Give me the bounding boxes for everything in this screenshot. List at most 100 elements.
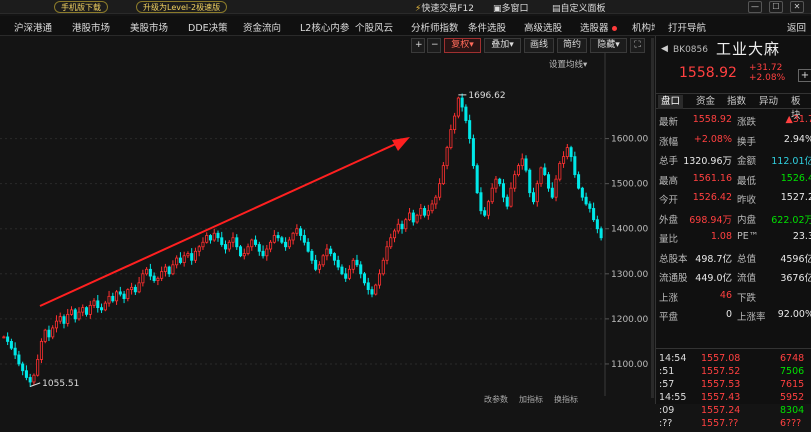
- low-pointer: [30, 382, 41, 387]
- candle-body: [227, 241, 231, 250]
- tab-orderbook[interactable]: 盘口: [658, 95, 684, 109]
- candle-body: [577, 174, 581, 189]
- nav-us-market[interactable]: 美股市场: [130, 20, 168, 34]
- candle-body: [133, 286, 137, 293]
- candle-body: [36, 359, 40, 376]
- quote-row: 上涨 46 下跌: [656, 290, 811, 306]
- candle-body: [359, 264, 363, 275]
- level2-upgrade-label: 升级为Level-2极速版: [143, 3, 221, 12]
- nav-stock-news[interactable]: 个股风云: [355, 20, 393, 34]
- candle-body: [167, 266, 171, 275]
- nav-l2-ref[interactable]: L2核心内参: [300, 20, 349, 34]
- candle-body: [178, 257, 182, 263]
- nav-inst-increase[interactable]: 机构增仓: [632, 20, 655, 34]
- nav-back[interactable]: 返回: [787, 20, 806, 34]
- quote-value: 1.08: [710, 231, 732, 242]
- candle-body: [490, 187, 494, 203]
- tab-anomaly[interactable]: 异动: [756, 95, 781, 109]
- trade-tick: :09 1557.24 8304: [656, 405, 811, 419]
- candle-body: [479, 192, 483, 212]
- candle-body: [543, 167, 547, 176]
- nav-hk-market[interactable]: 港股市场: [72, 20, 110, 34]
- minimize-button[interactable]: —: [748, 1, 762, 13]
- mobile-download-button[interactable]: 手机版下载: [54, 1, 108, 13]
- quick-trade-button[interactable]: ⚡快速交易F12: [415, 1, 474, 14]
- nav-stock-picker[interactable]: 选股器: [580, 20, 617, 34]
- hide-dropdown[interactable]: 隐藏▾: [590, 38, 627, 53]
- tick-price: 1557.??: [701, 418, 739, 429]
- quote-label: 上涨率: [737, 312, 766, 323]
- quote-value: 1526.42: [692, 192, 732, 203]
- nav-condition-pick[interactable]: 条件选股: [468, 20, 506, 34]
- quote-value: 23.3: [792, 231, 811, 242]
- adjust-dropdown[interactable]: 复权▾: [444, 38, 481, 53]
- nav-analyst-index[interactable]: 分析师指数: [411, 20, 459, 34]
- candle-body: [280, 237, 284, 243]
- candle-body: [321, 255, 325, 266]
- ma-settings-label: 设置均线: [549, 60, 584, 70]
- add-indicator-link[interactable]: 加指标: [519, 394, 543, 405]
- candle-body: [588, 203, 592, 209]
- edit-params-link[interactable]: 改参数: [484, 394, 508, 405]
- candle-body: [73, 309, 77, 320]
- candle-body: [441, 165, 445, 185]
- candle-body: [411, 212, 415, 223]
- candle-body: [107, 295, 111, 304]
- candle-body: [464, 106, 468, 121]
- candle-body: [329, 248, 333, 254]
- ma-settings[interactable]: 设置均线▾: [549, 58, 587, 70]
- candle-body: [122, 293, 126, 300]
- quote-label: 今开: [659, 195, 679, 206]
- expand-icon[interactable]: ⛶: [630, 38, 645, 53]
- candle-body: [261, 250, 265, 257]
- tab-sector[interactable]: 板块: [788, 95, 811, 121]
- candle-body: [205, 235, 209, 243]
- nav-advanced-pick[interactable]: 高级选股: [524, 20, 562, 34]
- zoom-out-button[interactable]: −: [427, 38, 441, 53]
- candle-body: [287, 239, 291, 248]
- tick-price: 1557.52: [701, 366, 741, 377]
- tick-price: 1557.53: [701, 379, 741, 390]
- overlay-dropdown[interactable]: 叠加▾: [484, 38, 521, 53]
- zoom-in-button[interactable]: +: [411, 38, 425, 53]
- candle-body: [366, 282, 370, 290]
- stock-name: 工业大麻: [716, 40, 781, 58]
- multi-window-label: 多窗口: [501, 4, 529, 14]
- candle-body: [385, 246, 389, 261]
- quote-label: 金额: [737, 156, 757, 167]
- candle-body: [434, 196, 438, 205]
- candle-body: [550, 187, 554, 198]
- chart-scrollbar[interactable]: [651, 38, 654, 398]
- caret-down-icon: ▾: [469, 40, 474, 50]
- nav-dde[interactable]: DDE决策: [188, 20, 228, 34]
- candle-body: [141, 273, 145, 284]
- candle-body: [115, 291, 119, 302]
- custom-panel-button[interactable]: ▤自定义面板: [552, 1, 606, 14]
- tab-index[interactable]: 指数: [724, 95, 749, 109]
- nav-fund-flow[interactable]: 资金流向: [243, 20, 281, 34]
- candle-body: [254, 239, 258, 245]
- tab-funds[interactable]: 资金: [693, 95, 718, 109]
- maximize-button[interactable]: ☐: [769, 1, 783, 13]
- nav-open-nav[interactable]: 打开导航: [668, 20, 706, 34]
- level2-upgrade-button[interactable]: 升级为Level-2极速版: [136, 1, 228, 13]
- candle-body: [520, 158, 524, 167]
- candle-body: [370, 289, 374, 295]
- draw-line-button[interactable]: 画线: [524, 38, 554, 53]
- quote-value: 46: [719, 289, 732, 301]
- candle-body: [246, 246, 250, 254]
- quote-value: 0: [725, 309, 732, 320]
- simple-mode-button[interactable]: 简约: [557, 38, 587, 53]
- kline-chart[interactable]: 1100.00 1200.00 1300.00 1400.00 1500.00 1600.…: [0, 36, 655, 404]
- nav-hk-connect[interactable]: 沪深港通: [14, 20, 52, 34]
- candle-body: [355, 259, 359, 266]
- quote-value: 3676亿: [780, 273, 811, 284]
- candle-body: [562, 156, 566, 164]
- switch-indicator-link[interactable]: 换指标: [554, 394, 578, 405]
- candle-body: [242, 253, 246, 257]
- close-button[interactable]: ✕: [790, 1, 804, 13]
- multi-window-button[interactable]: ▣多窗口: [493, 1, 529, 14]
- prev-stock-icon[interactable]: ◀: [661, 44, 668, 54]
- add-watch-button[interactable]: +: [798, 69, 811, 82]
- candle-body: [389, 237, 393, 248]
